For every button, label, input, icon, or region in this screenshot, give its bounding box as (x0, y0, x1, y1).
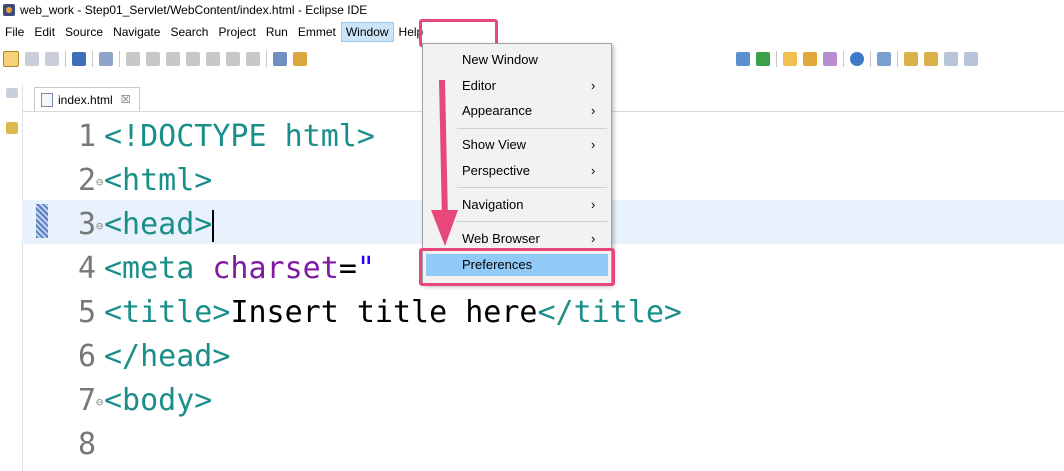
line-number: 4 (77, 251, 96, 286)
line-number: 2 (77, 163, 96, 198)
menu-project[interactable]: Project (213, 22, 260, 42)
debug-icon[interactable] (736, 52, 750, 66)
code-token: </title> (537, 295, 682, 330)
code-token: <!DOCTYPE html> (104, 119, 375, 154)
menu-item-new-window[interactable]: New Window (423, 49, 611, 71)
toolbar-separator (65, 51, 66, 67)
code-token: " (356, 251, 375, 286)
menu-bar: File Edit Source Navigate Search Project… (0, 21, 1064, 43)
run-icon[interactable] (756, 52, 770, 66)
fold-toggle-icon[interactable]: ⊖ (96, 160, 104, 204)
fold-toggle-icon[interactable]: ⊖ (96, 380, 104, 424)
step-return-icon[interactable] (246, 52, 260, 66)
server-icon[interactable] (293, 52, 307, 66)
menu-file[interactable]: File (0, 22, 29, 42)
suspend-icon[interactable] (146, 52, 160, 66)
search-icon[interactable] (877, 52, 891, 66)
preferences-highlight (419, 248, 615, 286)
left-trim-bar (0, 84, 23, 471)
line-number: 1 (77, 119, 96, 154)
globe-icon[interactable] (850, 52, 864, 66)
code-token: <html> (104, 163, 213, 198)
close-icon[interactable]: ☒ (121, 93, 131, 106)
submenu-arrow-icon: › (591, 163, 596, 178)
code-token: Insert title here (230, 295, 538, 330)
submenu-arrow-icon: › (591, 197, 596, 212)
eclipse-app-icon (3, 4, 15, 16)
toolbar-separator (843, 51, 844, 67)
html-file-icon (41, 92, 53, 107)
code-token: <head> (104, 207, 213, 242)
menu-search[interactable]: Search (165, 22, 213, 42)
menu-source[interactable]: Source (60, 22, 108, 42)
code-token: <body> (104, 383, 213, 418)
menu-emmet[interactable]: Emmet (293, 22, 341, 42)
toolbar-separator (92, 51, 93, 67)
line-number: 8 (77, 427, 96, 462)
line-number: 7 (77, 383, 96, 418)
code-token: = (338, 251, 357, 286)
skip-breakpoints-icon[interactable] (99, 52, 113, 66)
code-line[interactable]: 8 (70, 423, 104, 467)
project-explorer-icon[interactable] (6, 122, 18, 134)
save-icon[interactable] (25, 52, 39, 66)
title-bar: web_work - Step01_Servlet/WebContent/ind… (0, 0, 1064, 20)
code-token: </head> (104, 339, 231, 374)
submenu-arrow-icon: › (591, 103, 596, 118)
submenu-arrow-icon: › (591, 78, 596, 93)
menu-separator (457, 221, 607, 222)
code-line[interactable]: 6 </head> (70, 335, 231, 379)
code-line[interactable]: 4 <meta charset=" (70, 247, 375, 291)
prev-annotation-icon[interactable] (924, 52, 938, 66)
menu-separator (457, 187, 607, 188)
menu-separator (457, 128, 607, 129)
restore-icon[interactable] (6, 88, 18, 98)
toolbar-separator (776, 51, 777, 67)
code-line[interactable]: 7⊖<body> (70, 379, 212, 423)
code-line[interactable]: 3⊖<head> (70, 203, 215, 248)
resume-icon[interactable] (126, 52, 140, 66)
code-line[interactable]: 1 <!DOCTYPE html> (70, 115, 375, 159)
submenu-arrow-icon: › (591, 137, 596, 152)
menu-window[interactable]: Window (340, 22, 394, 42)
line-number: 5 (77, 295, 96, 330)
annotation-arrow-icon (431, 80, 458, 246)
toolbar-separator (266, 51, 267, 67)
code-token: charset (212, 251, 339, 286)
open-type-icon[interactable] (803, 52, 817, 66)
step-into-icon[interactable] (206, 52, 220, 66)
menu-run[interactable]: Run (261, 22, 293, 42)
code-token: <meta (104, 251, 213, 286)
new-icon[interactable] (3, 51, 19, 67)
format-icon[interactable] (273, 52, 287, 66)
terminate-icon[interactable] (166, 52, 180, 66)
text-caret (212, 209, 215, 242)
submenu-arrow-icon: › (591, 231, 596, 246)
code-token: <title> (104, 295, 231, 330)
line-number: 6 (77, 339, 96, 374)
back-icon[interactable] (944, 52, 958, 66)
change-marker (36, 204, 48, 238)
tab-label: index.html (58, 92, 113, 107)
code-line[interactable]: 2⊖<html> (70, 159, 212, 203)
next-annotation-icon[interactable] (904, 52, 918, 66)
window-title: web_work - Step01_Servlet/WebContent/ind… (20, 3, 368, 17)
code-line[interactable]: 5 <title>Insert title here</title> (70, 291, 682, 335)
menu-edit[interactable]: Edit (29, 22, 60, 42)
terminal-icon[interactable] (72, 52, 86, 66)
menu-navigate[interactable]: Navigate (108, 22, 165, 42)
disconnect-icon[interactable] (186, 52, 200, 66)
fold-toggle-icon[interactable]: ⊖ (96, 204, 104, 248)
external-tools-icon[interactable] (823, 52, 837, 66)
save-all-icon[interactable] (45, 52, 59, 66)
line-number: 3 (77, 207, 96, 242)
toolbar-separator (119, 51, 120, 67)
step-over-icon[interactable] (226, 52, 240, 66)
tab-index-html[interactable]: index.html ☒ (34, 87, 140, 111)
open-folder-icon[interactable] (783, 52, 797, 66)
forward-icon[interactable] (964, 52, 978, 66)
toolbar-separator (870, 51, 871, 67)
toolbar-separator (897, 51, 898, 67)
